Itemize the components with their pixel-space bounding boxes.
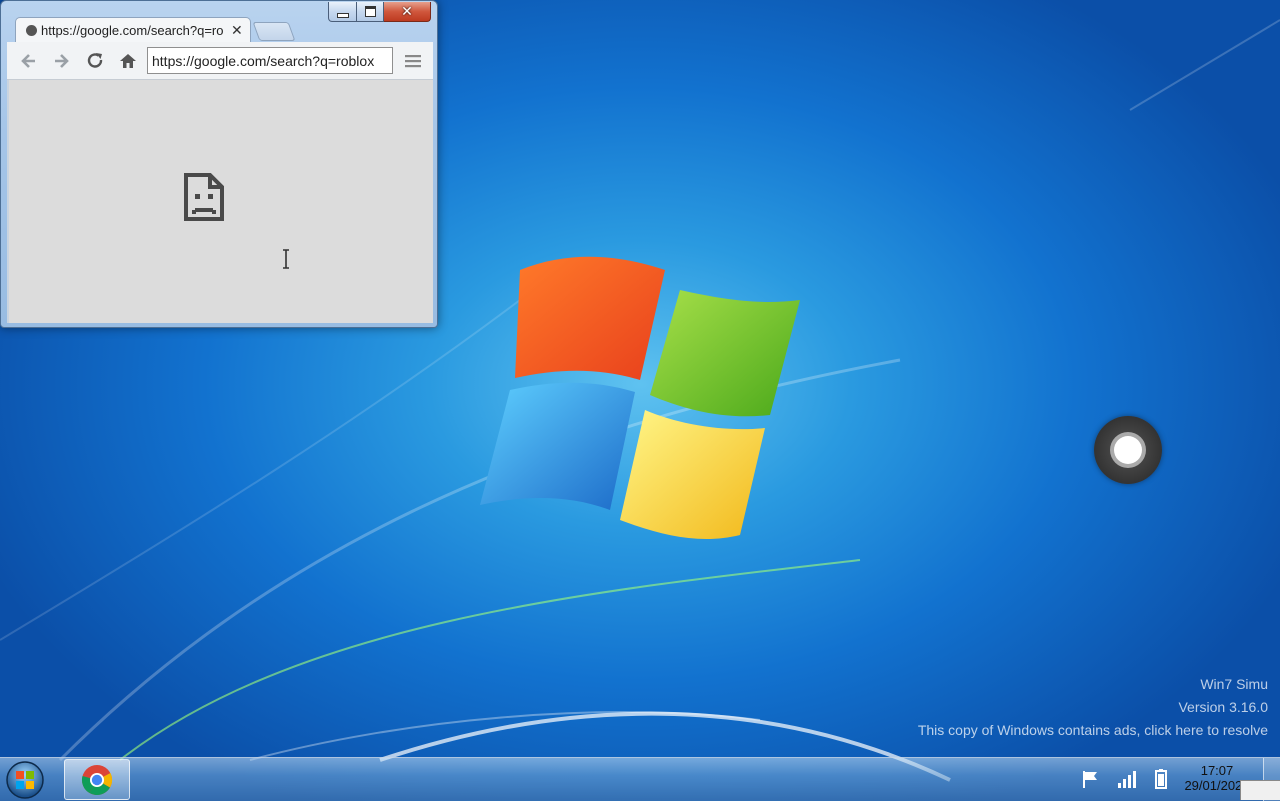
- arrow-left-icon[interactable]: [19, 51, 39, 71]
- taskbar: 17:07 29/01/2025: [0, 757, 1280, 801]
- tab-title: https://google.com/search?q=ro: [41, 23, 224, 38]
- watermark-notice[interactable]: This copy of Windows contains ads, click…: [918, 719, 1268, 742]
- chrome-icon: [81, 765, 113, 796]
- hamburger-menu-icon[interactable]: [403, 51, 423, 71]
- minimize-icon: [336, 12, 349, 18]
- window-controls: ✕: [328, 2, 431, 22]
- floating-touch-button[interactable]: [1094, 416, 1162, 484]
- notification-popup-edge[interactable]: [1240, 780, 1280, 800]
- maximize-icon: [364, 6, 376, 17]
- clock-time: 17:07: [1200, 763, 1234, 778]
- browser-window: ✕ https://google.com/search?q=ro ✕: [0, 0, 438, 328]
- browser-tab[interactable]: https://google.com/search?q=ro ✕: [15, 17, 251, 43]
- text-cursor-icon: [283, 249, 289, 269]
- browser-toolbar: [7, 42, 433, 80]
- minimize-button[interactable]: [328, 2, 357, 22]
- sad-page-icon: [184, 173, 224, 221]
- taskbar-chrome-button[interactable]: [64, 759, 130, 800]
- address-bar-input[interactable]: [147, 47, 393, 74]
- start-button-icon[interactable]: [5, 760, 45, 800]
- page-content[interactable]: [7, 80, 433, 323]
- watermark-version: Version 3.16.0: [1178, 699, 1268, 715]
- arrow-right-icon[interactable]: [51, 51, 71, 71]
- reload-icon[interactable]: [85, 51, 105, 71]
- windows-logo: [480, 256, 800, 540]
- watermark-title: Win7 Simu: [1200, 676, 1268, 692]
- close-icon: ✕: [401, 3, 413, 20]
- globe-icon: [26, 25, 37, 36]
- tab-close-icon[interactable]: ✕: [231, 23, 243, 39]
- home-icon[interactable]: [118, 51, 138, 71]
- battery-icon[interactable]: [1150, 768, 1172, 790]
- close-window-button[interactable]: ✕: [384, 2, 431, 22]
- signal-strength-icon[interactable]: [1116, 768, 1138, 790]
- activation-watermark[interactable]: Win7 Simu Version 3.16.0 This copy of Wi…: [918, 673, 1268, 742]
- action-center-flag-icon[interactable]: [1080, 768, 1102, 790]
- new-tab-button[interactable]: [252, 22, 296, 41]
- maximize-button[interactable]: [357, 2, 384, 22]
